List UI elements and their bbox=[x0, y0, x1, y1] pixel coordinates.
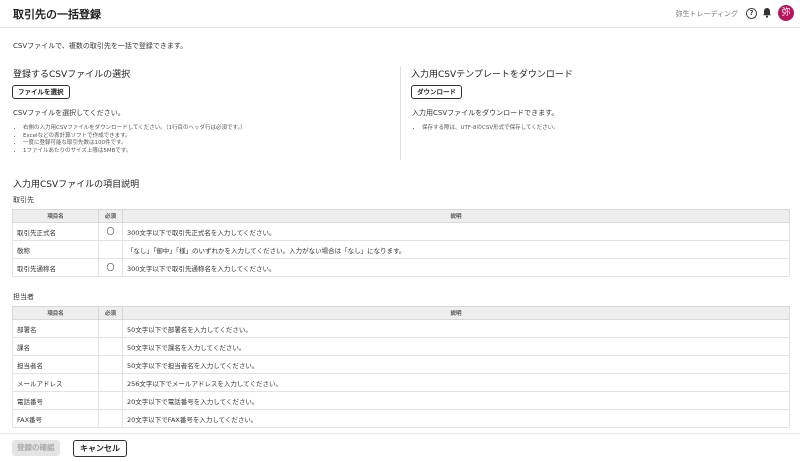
table-header-row: 項目名 必須 説明 bbox=[12, 209, 790, 223]
cell-required: 〇 bbox=[98, 258, 123, 277]
cell-description: 20文字以下でFAX番号を入力してください。 bbox=[122, 409, 790, 428]
cell-description: 50文字以下で部署名を入力してください。 bbox=[122, 319, 790, 338]
cell-item: メールアドレス bbox=[12, 373, 99, 392]
download-notes: 保存する際は、UTF-8のCSV形式で保存してください。 bbox=[412, 125, 792, 133]
upload-note: Excelなどの表計算ソフトで作成できます。 bbox=[23, 133, 403, 141]
app-header: 取引先の一括登録 弥生トレーディング ? 弥 bbox=[0, 0, 800, 28]
section-divider bbox=[400, 66, 401, 160]
upload-note: 1ファイルあたりのサイズ上限は5MBです。 bbox=[23, 148, 403, 156]
upload-notes: 右側の入力用CSVファイルをダウンロードしてください。（1行目のヘッダ行は必須で… bbox=[13, 125, 403, 155]
download-heading: 入力用CSVテンプレートをダウンロード bbox=[411, 70, 573, 80]
cell-required bbox=[98, 373, 123, 392]
cell-description: 300文字以下で取引先正式名を入力してください。 bbox=[122, 222, 790, 241]
cell-item: 取引先通称名 bbox=[12, 258, 99, 277]
cell-item: 課名 bbox=[12, 337, 99, 356]
download-desc: 入力用CSVファイルをダウンロードできます。 bbox=[412, 109, 559, 117]
contact-table-label: 担当者 bbox=[13, 293, 34, 301]
table-row: 担当者名 50文字以下で担当者名を入力してください。 bbox=[12, 355, 790, 374]
footer-divider bbox=[0, 433, 800, 434]
cell-required: 〇 bbox=[98, 222, 123, 241]
cell-description: 300文字以下で取引先通称名を入力してください。 bbox=[122, 258, 790, 277]
cell-item: 敬称 bbox=[12, 240, 99, 259]
table-header-row: 項目名 必須 説明 bbox=[12, 306, 790, 320]
page-title: 取引先の一括登録 bbox=[13, 8, 101, 21]
table-row: 課名 50文字以下で課名を入力してください。 bbox=[12, 337, 790, 356]
spec-heading: 入力用CSVファイルの項目説明 bbox=[13, 180, 140, 190]
cell-description: 50文字以下で課名を入力してください。 bbox=[122, 337, 790, 356]
upload-note: 一度に登録可能な取引先数は100件です。 bbox=[23, 140, 403, 148]
upload-desc: CSVファイルを選択してください。 bbox=[13, 109, 125, 117]
partner-spec-table: 項目名 必須 説明 取引先正式名 〇 300文字以下で取引先正式名を入力してくだ… bbox=[12, 209, 790, 277]
cell-required bbox=[98, 319, 123, 338]
cell-description: 50文字以下で担当者名を入力してください。 bbox=[122, 355, 790, 374]
table-row: 敬称 「なし」「御中」「様」のいずれかを入力してください。入力がない場合は「なし… bbox=[12, 240, 790, 259]
intro-text: CSVファイルで、複数の取引先を一括で登録できます。 bbox=[13, 42, 188, 50]
table-row: 部署名 50文字以下で部署名を入力してください。 bbox=[12, 319, 790, 338]
contact-spec-table: 項目名 必須 説明 部署名 50文字以下で部署名を入力してください。 課名 50… bbox=[12, 306, 790, 428]
upload-heading: 登録するCSVファイルの選択 bbox=[13, 70, 131, 80]
cell-description: 「なし」「御中」「様」のいずれかを入力してください。入力がない場合は「なし」にな… bbox=[122, 240, 790, 259]
cancel-button[interactable]: キャンセル bbox=[73, 440, 127, 457]
column-header-required: 必須 bbox=[98, 306, 123, 320]
cell-item: 電話番号 bbox=[12, 391, 99, 410]
cell-required bbox=[98, 355, 123, 374]
upload-note: 右側の入力用CSVファイルをダウンロードしてください。（1行目のヘッダ行は必須で… bbox=[23, 125, 403, 133]
download-button[interactable]: ダウンロード bbox=[411, 85, 462, 99]
help-icon[interactable]: ? bbox=[746, 8, 757, 19]
table-row: FAX番号 20文字以下でFAX番号を入力してください。 bbox=[12, 409, 790, 428]
cell-required bbox=[98, 391, 123, 410]
select-file-button[interactable]: ファイルを選択 bbox=[12, 85, 70, 99]
cell-item: FAX番号 bbox=[12, 409, 99, 428]
cell-description: 256文字以下でメールアドレスを入力してください。 bbox=[122, 373, 790, 392]
column-header-description: 説明 bbox=[122, 209, 790, 223]
table-row: メールアドレス 256文字以下でメールアドレスを入力してください。 bbox=[12, 373, 790, 392]
cell-item: 部署名 bbox=[12, 319, 99, 338]
cell-required bbox=[98, 240, 123, 259]
cell-item: 担当者名 bbox=[12, 355, 99, 374]
column-header-item: 項目名 bbox=[12, 209, 99, 223]
table-row: 電話番号 20文字以下で電話番号を入力してください。 bbox=[12, 391, 790, 410]
download-note: 保存する際は、UTF-8のCSV形式で保存してください。 bbox=[422, 125, 792, 133]
cell-required bbox=[98, 337, 123, 356]
bell-icon[interactable] bbox=[761, 7, 773, 19]
column-header-description: 説明 bbox=[122, 306, 790, 320]
partner-table-label: 取引先 bbox=[13, 196, 34, 204]
user-avatar[interactable]: 弥 bbox=[778, 5, 794, 21]
column-header-item: 項目名 bbox=[12, 306, 99, 320]
cell-required bbox=[98, 409, 123, 428]
contact-table-scroll-area[interactable]: 項目名 必須 説明 部署名 50文字以下で部署名を入力してください。 課名 50… bbox=[0, 305, 800, 430]
company-name-link[interactable]: 弥生トレーディング bbox=[675, 9, 738, 19]
cell-item: 取引先正式名 bbox=[12, 222, 99, 241]
table-row: 取引先通称名 〇 300文字以下で取引先通称名を入力してください。 bbox=[12, 258, 790, 277]
column-header-required: 必須 bbox=[98, 209, 123, 223]
cell-description: 20文字以下で電話番号を入力してください。 bbox=[122, 391, 790, 410]
table-row: 取引先正式名 〇 300文字以下で取引先正式名を入力してください。 bbox=[12, 222, 790, 241]
confirm-registration-button[interactable]: 登録の確認 bbox=[12, 440, 60, 456]
